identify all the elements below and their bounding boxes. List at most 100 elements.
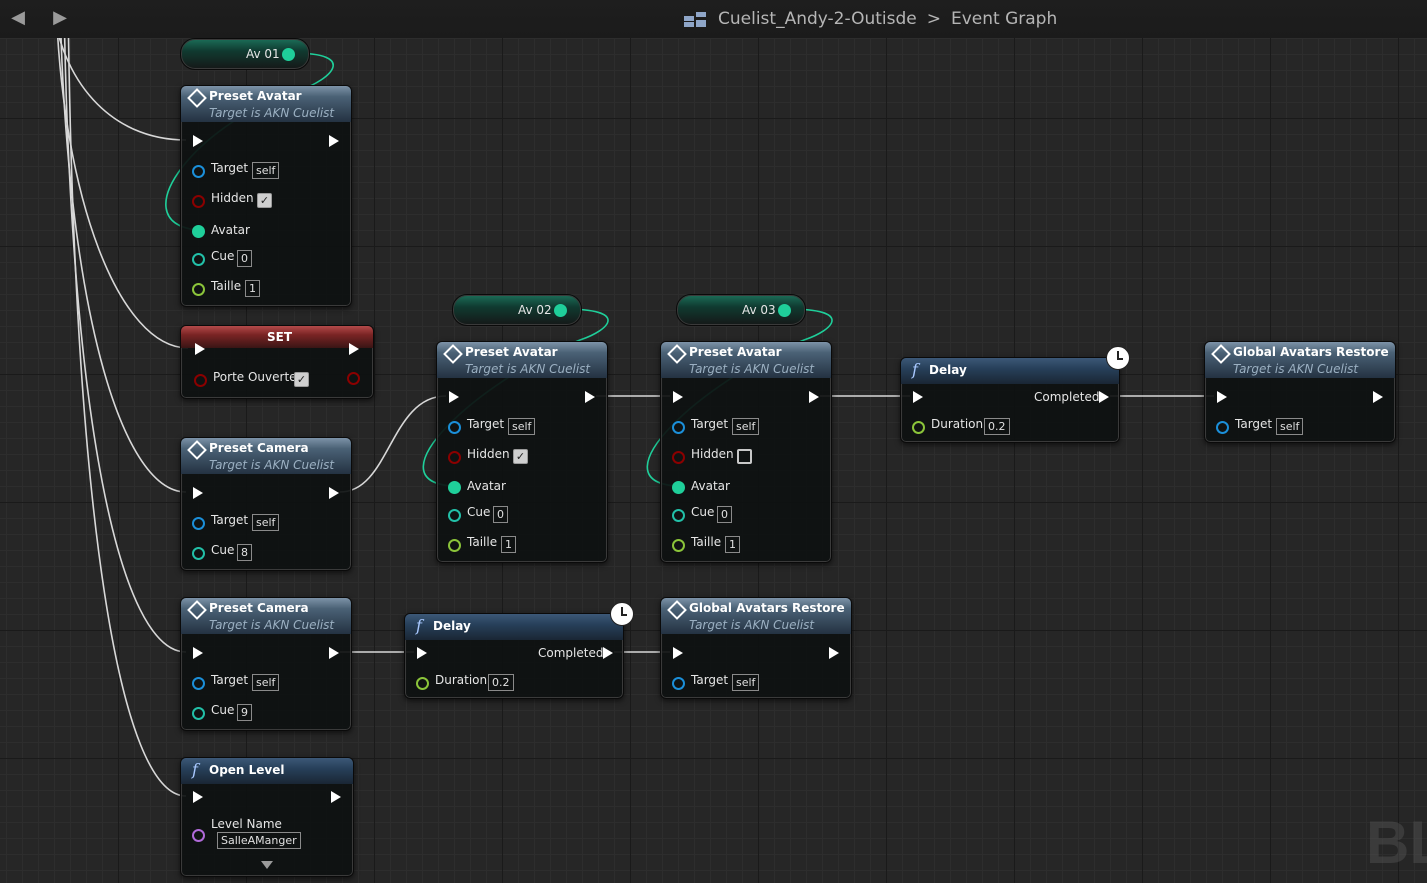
exec-out-pin[interactable] xyxy=(329,135,339,147)
target-pin[interactable] xyxy=(192,677,205,690)
variable-av03-node[interactable]: Av 03 xyxy=(676,294,806,326)
hidden-checkbox[interactable]: ✓ xyxy=(257,193,272,208)
node-subtitle: Target is AKN Cuelist xyxy=(209,458,335,472)
exec-in-pin[interactable] xyxy=(449,391,459,403)
hidden-checkbox[interactable] xyxy=(737,449,752,464)
exec-out-pin[interactable] xyxy=(329,647,339,659)
avatar-pin[interactable] xyxy=(192,225,205,238)
exec-in-pin[interactable] xyxy=(673,647,683,659)
exec-wire xyxy=(339,395,447,493)
exec-in-pin[interactable] xyxy=(193,647,203,659)
duration-pin[interactable] xyxy=(912,421,925,434)
cue-pin[interactable] xyxy=(192,253,205,266)
taille-pin[interactable] xyxy=(448,539,461,552)
avatar-out-pin[interactable] xyxy=(554,304,567,317)
blueprint-icon xyxy=(684,10,708,28)
exec-out-pin[interactable] xyxy=(829,647,839,659)
cue-value[interactable]: 0 xyxy=(717,506,732,523)
breadcrumb-graph[interactable]: Event Graph xyxy=(951,9,1057,29)
hidden-pin[interactable] xyxy=(448,451,461,464)
target-pin[interactable] xyxy=(672,677,685,690)
breadcrumb-blueprint[interactable]: Cuelist_Andy-2-Outisde xyxy=(718,9,917,29)
avatar-out-pin[interactable] xyxy=(282,48,295,61)
exec-in-pin[interactable] xyxy=(195,343,205,355)
hidden-pin[interactable] xyxy=(192,195,205,208)
exec-out-pin[interactable] xyxy=(349,343,359,355)
exec-in-pin[interactable] xyxy=(1217,391,1227,403)
exec-out-pin[interactable] xyxy=(809,391,819,403)
preset-camera-node-2[interactable]: Preset Camera Target is AKN Cuelist Targ… xyxy=(180,597,352,731)
exec-out-pin[interactable] xyxy=(331,791,341,803)
taille-pin[interactable] xyxy=(672,539,685,552)
node-title: Preset Avatar xyxy=(465,345,558,359)
preset-avatar-node-1[interactable]: Preset Avatar Target is AKN Cuelist Targ… xyxy=(180,85,352,307)
set-porte-ouverte-node[interactable]: SET Porte Ouverte ✓ xyxy=(180,325,374,399)
duration-value[interactable]: 0.2 xyxy=(488,674,514,691)
level-name-pin[interactable] xyxy=(192,829,205,842)
variable-av02-node[interactable]: Av 02 xyxy=(452,294,582,326)
preset-avatar-node-2[interactable]: Preset Avatar Target is AKN Cuelist Targ… xyxy=(436,341,608,563)
global-avatars-restore-node-2[interactable]: Global Avatars Restore Target is AKN Cue… xyxy=(660,597,852,699)
level-name-value[interactable]: SalleAManger xyxy=(217,832,301,849)
preset-avatar-node-3[interactable]: Preset Avatar Target is AKN Cuelist Targ… xyxy=(660,341,832,563)
avatar-pin[interactable] xyxy=(672,481,685,494)
latent-clock-icon xyxy=(1106,346,1130,370)
node-subtitle: Target is AKN Cuelist xyxy=(209,106,335,120)
target-pin[interactable] xyxy=(192,165,205,178)
taille-value[interactable]: 1 xyxy=(501,536,516,553)
cue-pin[interactable] xyxy=(192,547,205,560)
exec-in-pin[interactable] xyxy=(193,135,203,147)
taille-value[interactable]: 1 xyxy=(725,536,740,553)
exec-in-pin[interactable] xyxy=(193,487,203,499)
target-value[interactable]: self xyxy=(508,418,536,435)
exec-wire xyxy=(63,0,187,653)
cue-value[interactable]: 0 xyxy=(493,506,508,523)
exec-in-pin[interactable] xyxy=(417,647,427,659)
cue-value[interactable]: 0 xyxy=(237,250,252,267)
hidden-checkbox[interactable]: ✓ xyxy=(513,449,528,464)
porte-ouverte-out-pin[interactable] xyxy=(347,372,360,385)
target-value[interactable]: self xyxy=(252,162,280,179)
exec-in-pin[interactable] xyxy=(673,391,683,403)
exec-out-pin[interactable] xyxy=(329,487,339,499)
target-value[interactable]: self xyxy=(732,418,760,435)
global-avatars-restore-node-1[interactable]: Global Avatars Restore Target is AKN Cue… xyxy=(1204,341,1396,443)
delay-node-2[interactable]: f Delay Completed Duration 0.2 xyxy=(404,602,634,699)
exec-in-pin[interactable] xyxy=(913,391,923,403)
duration-value[interactable]: 0.2 xyxy=(984,418,1010,435)
cue-value[interactable]: 8 xyxy=(237,544,252,561)
cue-value[interactable]: 9 xyxy=(237,704,252,721)
taille-pin[interactable] xyxy=(192,283,205,296)
taille-value[interactable]: 1 xyxy=(245,280,260,297)
node-header: Global Avatars Restore Target is AKN Cue… xyxy=(661,598,851,634)
variable-av01-node[interactable]: Av 01 xyxy=(180,38,310,70)
target-value[interactable]: self xyxy=(252,674,280,691)
delay-node-1[interactable]: f Delay Completed Duration 0.2 xyxy=(900,346,1130,443)
forward-arrow-icon[interactable]: ▶ xyxy=(50,8,70,28)
cue-pin[interactable] xyxy=(192,707,205,720)
hidden-pin[interactable] xyxy=(672,451,685,464)
target-pin[interactable] xyxy=(672,421,685,434)
target-value[interactable]: self xyxy=(732,674,760,691)
porte-ouverte-in-pin[interactable] xyxy=(194,374,207,387)
completed-exec-pin[interactable] xyxy=(603,647,613,659)
porte-ouverte-checkbox[interactable]: ✓ xyxy=(294,372,309,387)
cue-pin[interactable] xyxy=(448,509,461,522)
target-pin[interactable] xyxy=(448,421,461,434)
target-pin[interactable] xyxy=(192,517,205,530)
avatar-out-pin[interactable] xyxy=(778,304,791,317)
exec-out-pin[interactable] xyxy=(1373,391,1383,403)
open-level-node[interactable]: f Open Level Level Name SalleAManger xyxy=(180,757,354,877)
target-value[interactable]: self xyxy=(1276,418,1304,435)
exec-out-pin[interactable] xyxy=(585,391,595,403)
avatar-pin[interactable] xyxy=(448,481,461,494)
target-value[interactable]: self xyxy=(252,514,280,531)
cue-pin[interactable] xyxy=(672,509,685,522)
preset-camera-node-1[interactable]: Preset Camera Target is AKN Cuelist Targ… xyxy=(180,437,352,571)
expand-chevron-icon[interactable] xyxy=(261,861,273,869)
target-pin[interactable] xyxy=(1216,421,1229,434)
completed-exec-pin[interactable] xyxy=(1099,391,1109,403)
back-arrow-icon[interactable]: ◀ xyxy=(8,8,28,28)
duration-pin[interactable] xyxy=(416,677,429,690)
exec-in-pin[interactable] xyxy=(193,791,203,803)
